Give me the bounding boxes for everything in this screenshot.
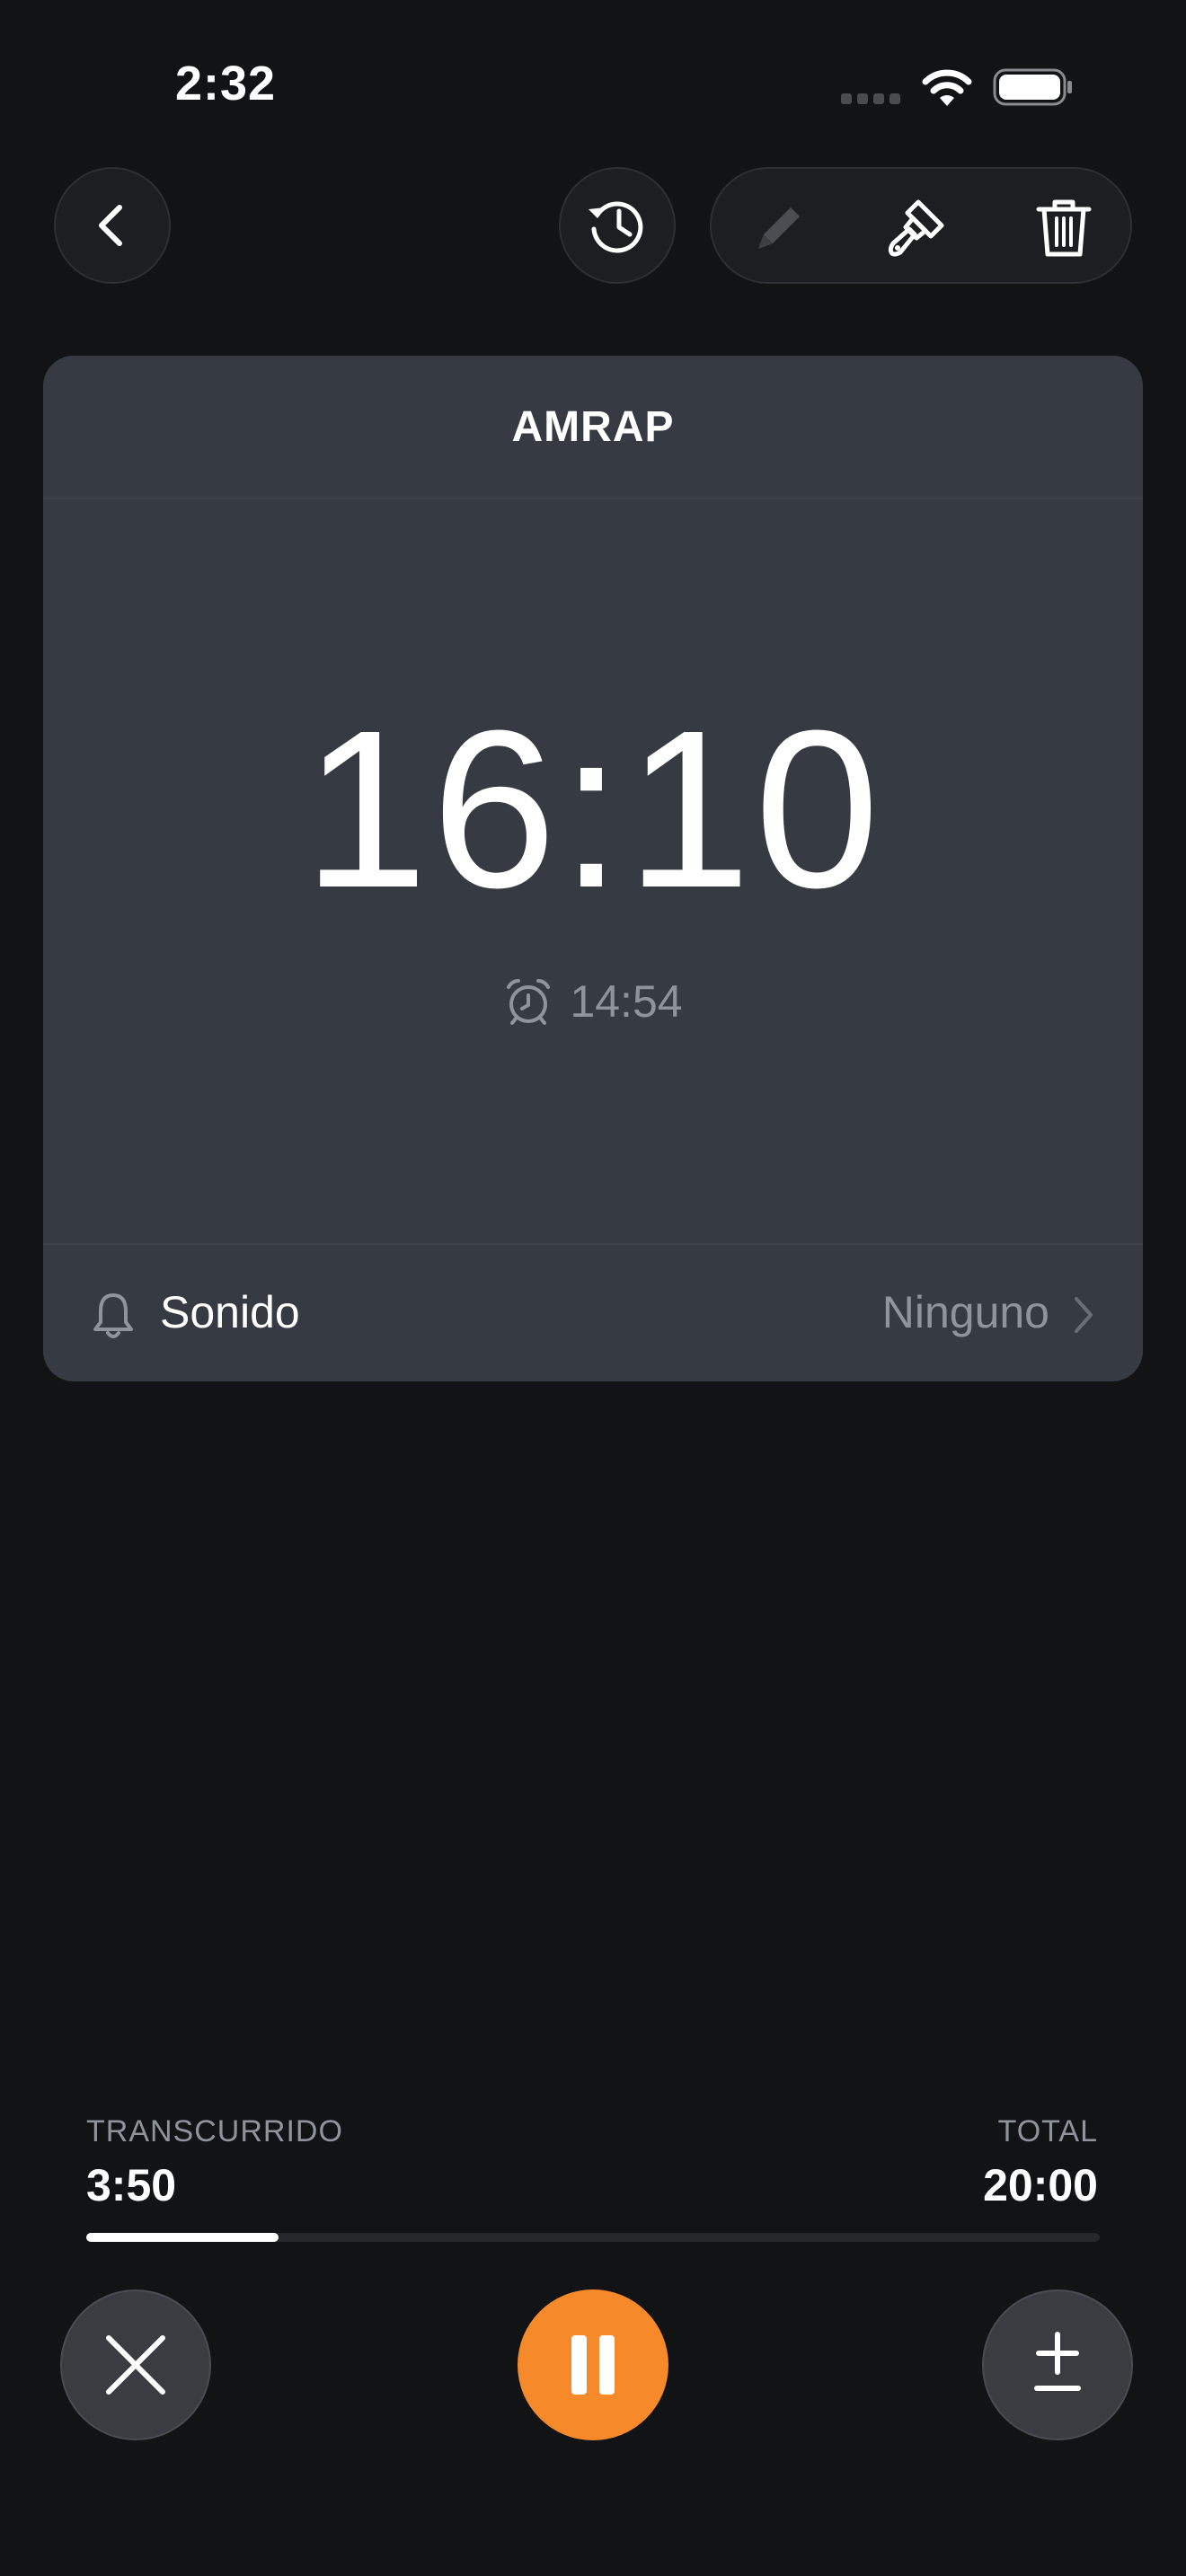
wifi-icon bbox=[920, 65, 974, 108]
sound-setting-row[interactable]: Sonido Ninguno bbox=[43, 1243, 1143, 1381]
history-icon bbox=[589, 201, 643, 253]
pencil-icon bbox=[758, 207, 800, 249]
battery-icon bbox=[993, 68, 1074, 106]
alarm-time: 14:54 bbox=[570, 976, 683, 1027]
timer-title: AMRAP bbox=[43, 356, 1143, 499]
action-group bbox=[710, 167, 1132, 284]
close-icon bbox=[106, 2335, 165, 2395]
bell-icon bbox=[93, 1293, 133, 1338]
sound-value: Ninguno bbox=[881, 1287, 1049, 1337]
elapsed-label: TRANSCURRIDO bbox=[86, 2114, 343, 2148]
total-label: TOTAL bbox=[997, 2114, 1098, 2148]
progress-fill bbox=[86, 2233, 279, 2242]
status-time: 2:32 bbox=[175, 57, 277, 110]
theme-button[interactable] bbox=[882, 193, 951, 261]
sound-label: Sonido bbox=[160, 1287, 300, 1337]
pause-icon bbox=[571, 2335, 615, 2395]
trash-icon bbox=[1036, 199, 1092, 257]
chevron-left-icon bbox=[99, 205, 122, 246]
history-button[interactable] bbox=[559, 167, 676, 284]
elapsed-value: 3:50 bbox=[86, 2160, 177, 2210]
cellular-signal-icon bbox=[841, 93, 900, 104]
alarm-clock-icon bbox=[507, 979, 551, 1025]
timer-card: AMRAP 16:10 14:54 Sonido Ninguno bbox=[43, 356, 1143, 1381]
back-button[interactable] bbox=[54, 167, 171, 284]
chevron-right-icon bbox=[1075, 1297, 1093, 1333]
countdown-display: 16:10 bbox=[303, 684, 883, 934]
edit-button[interactable] bbox=[746, 193, 814, 261]
adjust-time-button[interactable] bbox=[982, 2289, 1133, 2440]
cancel-button[interactable] bbox=[60, 2289, 211, 2440]
total-value: 20:00 bbox=[983, 2160, 1098, 2210]
paintbrush-icon bbox=[888, 199, 944, 257]
pause-button[interactable] bbox=[518, 2289, 668, 2440]
alarm-time-row: 14:54 bbox=[43, 974, 1143, 1029]
delete-button[interactable] bbox=[1030, 193, 1098, 261]
plus-minus-icon bbox=[1034, 2332, 1081, 2391]
